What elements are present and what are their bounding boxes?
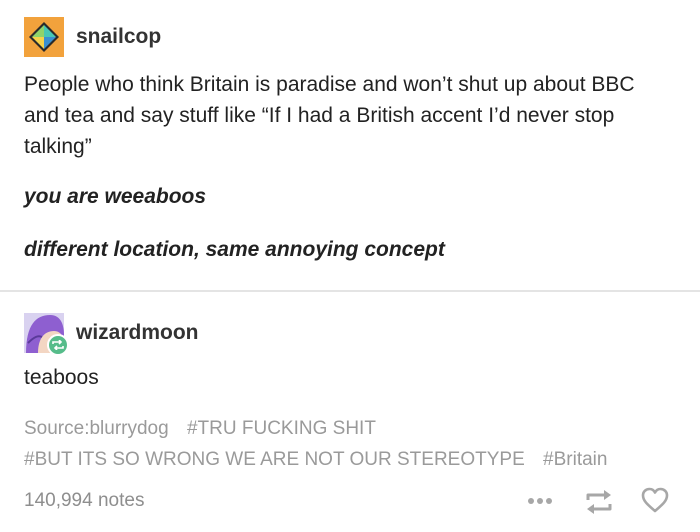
tumblr-post: snailcop People who think Britain is par… [0, 0, 700, 532]
more-icon[interactable] [527, 497, 553, 505]
source-link[interactable]: Source:blurrydog [24, 418, 169, 439]
source-name: blurrydog [89, 418, 169, 439]
post-tags: Source:blurrydog #TRU FUCKING SHIT #BUT … [24, 413, 674, 475]
source-label: Source: [24, 418, 90, 439]
reblog-username[interactable]: snailcop [76, 25, 161, 49]
reblog-badge-icon [47, 334, 69, 356]
reblog-username[interactable]: wizardmoon [76, 321, 199, 345]
notes-count[interactable]: 140,994 notes [24, 490, 144, 512]
reblog-emphasis-text: you are weeaboos [24, 185, 207, 208]
reblog-body-text: People who think Britain is paradise and… [24, 73, 635, 158]
tag-link[interactable]: #Britain [543, 449, 607, 470]
reblog-icon[interactable] [584, 488, 614, 516]
reblog-emphasis-text: different location, same annoying concep… [24, 238, 445, 261]
tag-link[interactable]: #TRU FUCKING SHIT [187, 418, 376, 439]
snailcop-avatar[interactable] [24, 17, 64, 57]
tag-link[interactable]: #BUT ITS SO WRONG WE ARE NOT OUR STEREOT… [24, 449, 525, 470]
heart-icon[interactable] [640, 486, 670, 514]
reblog-divider [0, 290, 700, 292]
geometric-logo-avatar-icon [24, 17, 64, 57]
reblog-body-text: teaboos [24, 366, 99, 389]
